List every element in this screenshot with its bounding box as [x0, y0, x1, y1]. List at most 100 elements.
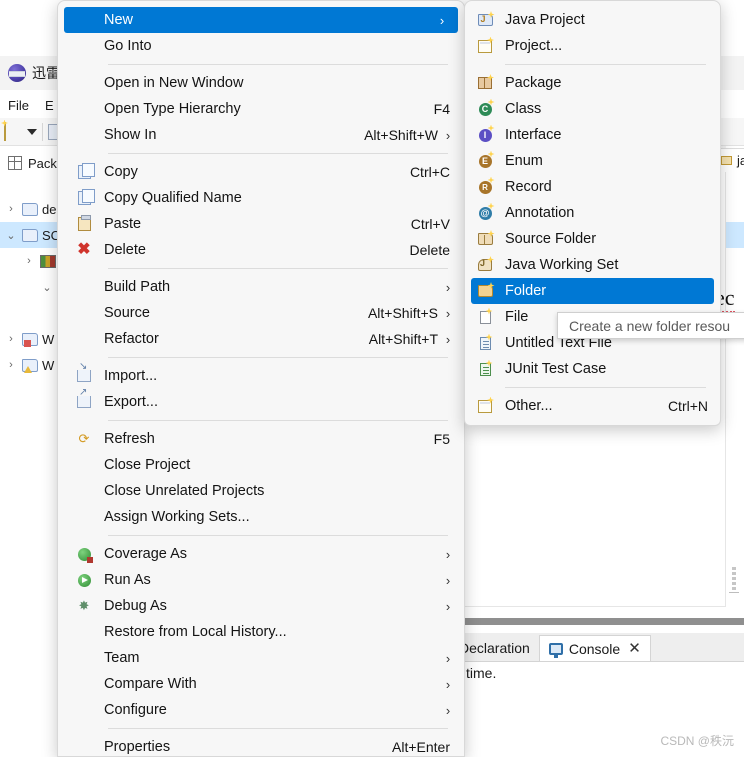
submenu-item-folder[interactable]: Folder [471, 278, 714, 304]
menu-item-restore-from-local-history[interactable]: Restore from Local History... [58, 619, 464, 645]
chevron-right-icon[interactable]: › [22, 255, 36, 267]
submenu-item-annotation[interactable]: @ Annotation [465, 200, 720, 226]
menu-item-label: Assign Working Sets... [104, 509, 250, 525]
menubar-item-file[interactable]: File [8, 98, 29, 113]
console-output-line: time. [466, 665, 497, 681]
menu-item-build-path[interactable]: Build Path › [58, 274, 464, 300]
app-name: 迅雷 [32, 65, 60, 81]
chevron-right-icon: › [445, 650, 451, 666]
console-output[interactable]: time. CSDN @秩沅 [464, 661, 744, 757]
chevron-right-icon[interactable]: › [4, 333, 18, 345]
context-menu[interactable]: New › Go Into Open in New Window Open Ty… [57, 0, 465, 757]
submenu-item-project[interactable]: Project... [465, 33, 720, 59]
submenu-item-label: JUnit Test Case [505, 361, 607, 377]
menu-item-accelerator: F5 [433, 431, 450, 447]
menu-item-coverage-as[interactable]: Coverage As › [58, 541, 464, 567]
menu-item-refresh[interactable]: ⟳ Refresh F5 [58, 426, 464, 452]
menu-item-assign-working-sets[interactable]: Assign Working Sets... [58, 504, 464, 530]
menu-item-label: Refresh [104, 431, 155, 447]
menu-item-refactor[interactable]: Refactor Alt+Shift+T › [58, 326, 464, 352]
menu-item-label: Close Unrelated Projects [104, 483, 265, 499]
menu-item-label: Properties [104, 739, 171, 755]
menu-item-open-type-hierarchy[interactable]: Open Type Hierarchy F4 [58, 96, 464, 122]
chevron-right-icon: › [445, 279, 451, 295]
menu-item-paste[interactable]: Paste Ctrl+V [58, 211, 464, 237]
submenu-item-record[interactable]: R Record [465, 174, 720, 200]
horizontal-splitter[interactable] [464, 618, 744, 625]
menu-item-label: Refactor [104, 331, 159, 347]
menu-item-run-as[interactable]: Run As › [58, 567, 464, 593]
menu-item-configure[interactable]: Configure › [58, 697, 464, 723]
submenu-item-source-folder[interactable]: Source Folder [465, 226, 720, 252]
project-folder-icon [22, 202, 38, 216]
chevron-right-icon[interactable]: › [4, 203, 18, 215]
chevron-down-icon[interactable]: ⌄ [40, 281, 54, 294]
menu-item-label: New [104, 12, 134, 28]
chevron-right-icon: › [445, 676, 451, 692]
menu-item-label: Debug As [104, 598, 167, 614]
menu-item-close-project[interactable]: Close Project [58, 452, 464, 478]
submenu-item-label: Folder [505, 283, 547, 299]
menu-item-open-in-new-window[interactable]: Open in New Window [58, 70, 464, 96]
menu-item-copy[interactable]: Copy Ctrl+C [58, 159, 464, 185]
submenu-item-java-working-set[interactable]: Java Working Set [465, 252, 720, 278]
submenu-item-other[interactable]: Other... Ctrl+N [465, 393, 720, 419]
submenu-item-junit-test-case[interactable]: JUnit Test Case [465, 356, 720, 382]
menu-item-accelerator: Alt+Enter [392, 739, 450, 755]
new-wizard-icon[interactable] [4, 121, 22, 141]
screen: 迅雷 File E Pack › de ⌄ SC › ⌄ › W › W ja … [0, 0, 744, 757]
chevron-down-icon[interactable]: ⌄ [4, 229, 18, 242]
library-icon [40, 254, 56, 268]
submenu-item-label: Record [505, 179, 552, 195]
new-submenu[interactable]: Java Project Project... Package C Class … [464, 0, 721, 426]
copy-icon [71, 163, 97, 179]
menu-item-source[interactable]: Source Alt+Shift+S › [58, 300, 464, 326]
menu-item-go-into[interactable]: Go Into [58, 33, 464, 59]
package-explorer-label: Pack [28, 155, 57, 171]
submenu-item-label: Source Folder [505, 231, 597, 247]
bottom-panel-tabstrip[interactable]: Declaration Console ✕ [459, 633, 744, 661]
submenu-item-java-project[interactable]: Java Project [465, 7, 720, 33]
interface-icon: I [473, 124, 497, 142]
thunder-icon [8, 64, 26, 82]
menu-item-show-in[interactable]: Show In Alt+Shift+W › [58, 122, 464, 148]
submenu-item-enum[interactable]: E Enum [465, 148, 720, 174]
menu-item-team[interactable]: Team › [58, 645, 464, 671]
bottom-panel: Declaration Console ✕ time. CSDN @秩沅 [459, 625, 744, 757]
chevron-right-icon: › [445, 546, 451, 562]
delete-icon: ✖ [77, 241, 91, 258]
tree-row-label: W [42, 357, 55, 373]
submenu-item-class[interactable]: C Class [465, 96, 720, 122]
menu-item-accelerator: Alt+Shift+S [367, 305, 438, 321]
export-icon [71, 387, 97, 408]
menu-item-export[interactable]: Export... [58, 387, 464, 415]
chevron-right-icon: › [445, 331, 451, 347]
project-folder-icon [22, 228, 38, 242]
menu-item-properties[interactable]: Properties Alt+Enter [58, 734, 464, 756]
menu-item-compare-with[interactable]: Compare With › [58, 671, 464, 697]
menu-item-accelerator: Alt+Shift+T [368, 331, 438, 347]
submenu-item-interface[interactable]: I Interface [465, 122, 720, 148]
menu-item-delete[interactable]: ✖ Delete Delete [58, 237, 464, 263]
menu-item-new[interactable]: New › [64, 7, 458, 33]
chevron-down-icon[interactable] [27, 128, 37, 135]
chevron-right-icon: › [445, 572, 451, 588]
enum-icon: E [473, 150, 497, 168]
menu-item-copy-qualified-name[interactable]: Copy Qualified Name [58, 185, 464, 211]
menu-item-accelerator: F4 [433, 101, 450, 117]
menu-item-import[interactable]: Import... [58, 361, 464, 389]
tree-row-label: W [42, 331, 55, 347]
menu-separator [108, 64, 448, 65]
tab-console[interactable]: Console ✕ [538, 635, 651, 661]
menubar-item-edit[interactable]: E [45, 98, 54, 113]
menu-item-close-unrelated-projects[interactable]: Close Unrelated Projects [58, 478, 464, 504]
menu-item-label: Open Type Hierarchy [104, 101, 241, 117]
tooltip: Create a new folder resou [557, 312, 744, 339]
record-icon: R [473, 176, 497, 194]
menu-item-debug-as[interactable]: ✸ Debug As › [58, 593, 464, 619]
close-icon[interactable]: ✕ [626, 641, 641, 656]
project-folder-error-icon [22, 332, 38, 347]
chevron-right-icon[interactable]: › [4, 359, 18, 371]
submenu-item-package[interactable]: Package [465, 70, 720, 96]
java-working-set-icon [473, 256, 497, 271]
